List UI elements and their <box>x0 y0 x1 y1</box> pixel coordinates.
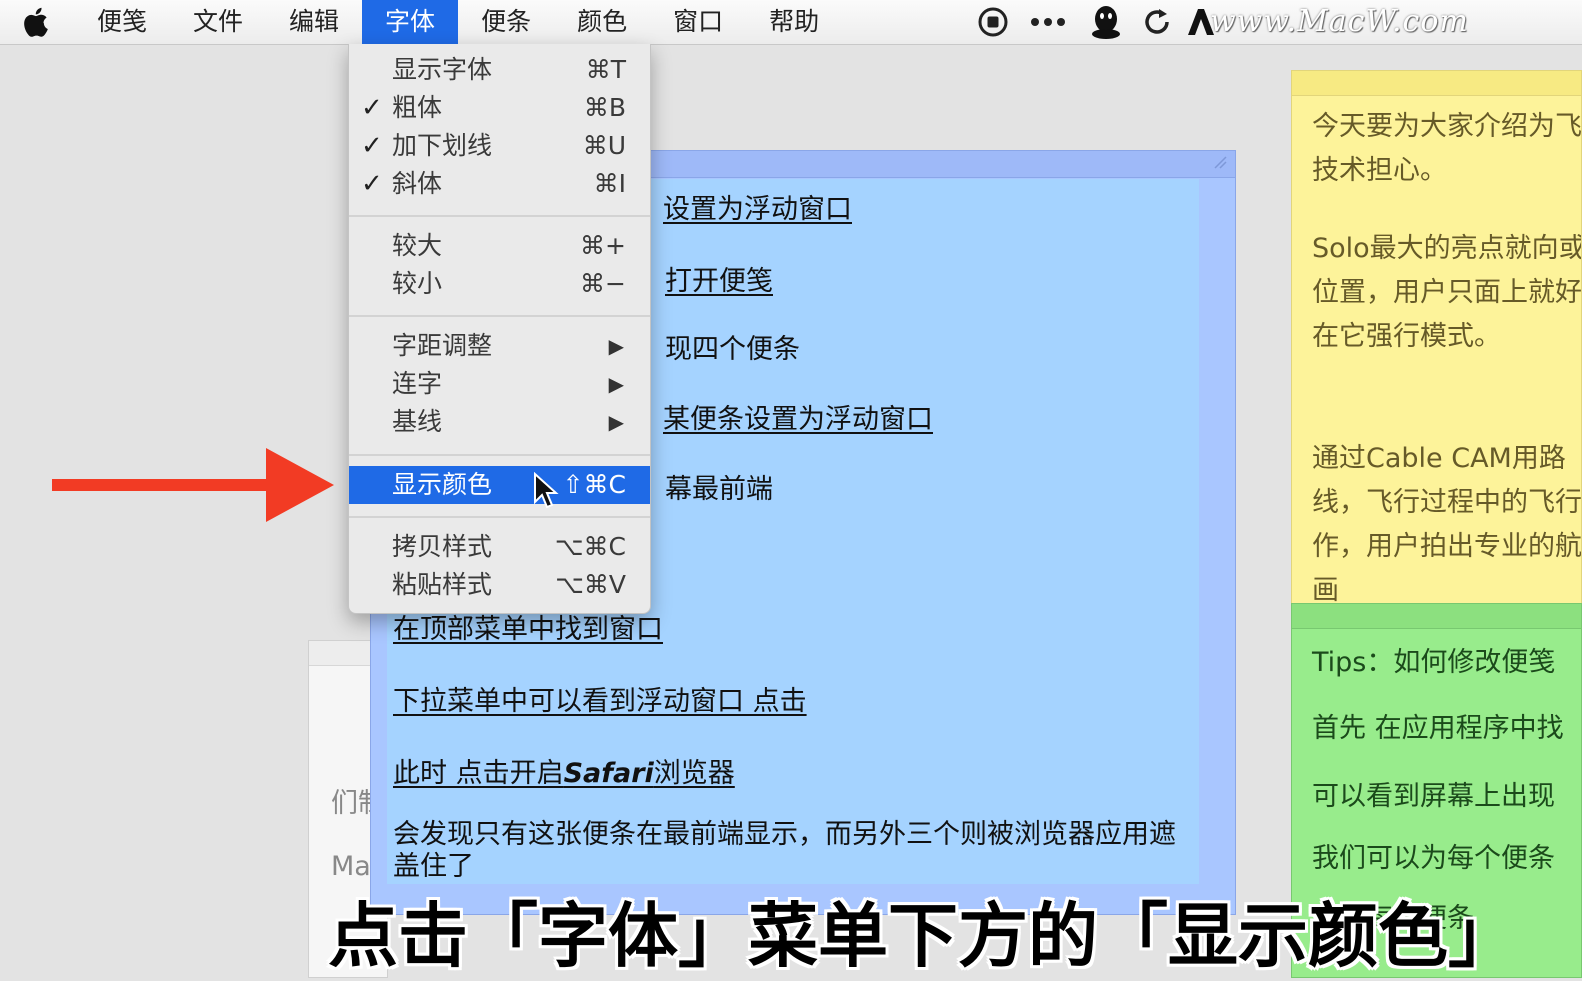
italic-brand-text: Safari <box>563 758 654 789</box>
menu-item-shortcut: ⌘T <box>585 55 626 84</box>
menu-item-shortcut: ⌥⌘V <box>555 570 626 599</box>
menu-item-label: 显示颜色 <box>392 470 493 499</box>
menu-item-label: 拷贝样式 <box>392 532 493 561</box>
menu-item-label: 字距调整 <box>392 331 493 360</box>
menu-item-shortcut: ⇧⌘C <box>562 470 626 499</box>
menu-font[interactable]: 字体 <box>362 0 459 44</box>
resize-handle-icon[interactable] <box>1213 155 1227 169</box>
menu-item-shortcut: ⌘B <box>583 93 626 122</box>
checkmark-icon: ✓ <box>361 93 383 123</box>
menu-edit[interactable]: 编辑 <box>266 0 362 44</box>
menu-item-italic[interactable]: ✓ 斜体 ⌘I <box>349 165 650 203</box>
note-line: 可以看到屏幕上出现 <box>1312 781 1555 812</box>
menu-separator <box>349 215 650 217</box>
note-line: 会发现只有这张便条在最前端显示，而另外三个则被浏览器应用遮盖住了 <box>393 819 1176 882</box>
sync-icon[interactable] <box>1140 0 1174 44</box>
checkmark-icon: ✓ <box>361 169 383 199</box>
checkmark-icon: ✓ <box>361 131 383 161</box>
note-line: Tips：如何修改便笺 <box>1312 647 1556 678</box>
menu-item-shortcut: ⌘+ <box>580 231 626 260</box>
more-icon[interactable] <box>1028 0 1068 44</box>
menu-color[interactable]: 颜色 <box>554 0 650 44</box>
menu-item-kern[interactable]: 字距调整 ▶ <box>349 327 650 365</box>
menu-item-shortcut: ⌘U <box>582 131 626 160</box>
apple-logo-icon[interactable] <box>0 0 74 44</box>
menu-item-label: 较小 <box>392 269 443 298</box>
note-paragraph: 通过Cable CAM用路线，飞行过程中的飞行操作，用户拍出专业的航拍画 <box>1312 443 1582 606</box>
submenu-arrow-icon: ▶ <box>608 334 624 358</box>
note-line: 现四个便条 <box>665 334 800 365</box>
menu-notes[interactable]: 便笺 <box>74 0 170 44</box>
note-line: 下拉菜单中可以看到浮动窗口 点击 <box>393 686 807 717</box>
note-line: 我们可以为每个便条 <box>1312 843 1555 874</box>
menu-item-label: 粗体 <box>392 93 443 122</box>
submenu-arrow-icon: ▶ <box>608 410 624 434</box>
red-arrow-icon <box>52 448 334 522</box>
menu-item-underline[interactable]: ✓ 加下划线 ⌘U <box>349 127 650 165</box>
menu-separator <box>349 315 650 317</box>
submenu-arrow-icon: ▶ <box>608 372 624 396</box>
menu-file[interactable]: 文件 <box>170 0 266 44</box>
menu-item-show-colors[interactable]: 显示颜色 ⇧⌘C <box>349 466 650 504</box>
tutorial-caption: 点击「字体」菜单下方的「显示颜色」 <box>328 895 1518 977</box>
note-line: 此时 点击开启Safari浏览器 <box>393 758 735 789</box>
menu-item-bigger[interactable]: 较大 ⌘+ <box>349 227 650 265</box>
menu-window[interactable]: 窗口 <box>650 0 746 44</box>
menu-separator <box>349 516 650 518</box>
menu-item-label: 较大 <box>392 231 443 260</box>
menu-item-show-fonts[interactable]: 显示字体 ⌘T <box>349 51 650 89</box>
note-line: 某便条设置为浮动窗口 <box>663 404 933 435</box>
menu-item-shortcut: ⌘I <box>593 169 626 198</box>
note-paragraph: 今天要为大家介绍为飞行技术担心。 <box>1312 111 1582 186</box>
menu-item-bold[interactable]: ✓ 粗体 ⌘B <box>349 89 650 127</box>
menu-help[interactable]: 帮助 <box>746 0 842 44</box>
mouse-cursor-icon <box>534 472 559 509</box>
menu-bar: 便笺 文件 编辑 字体 便条 颜色 窗口 帮助 www.MacW.com <box>0 0 1582 45</box>
menu-item-label: 斜体 <box>392 169 443 198</box>
note-text-fragment: Ma <box>331 851 371 882</box>
menu-item-label: 显示字体 <box>392 55 493 84</box>
menu-item-label: 基线 <box>392 407 443 436</box>
note-title-bar[interactable] <box>1292 71 1581 96</box>
menu-note[interactable]: 便条 <box>458 0 554 44</box>
menu-item-label: 连字 <box>392 369 443 398</box>
record-icon[interactable] <box>976 0 1010 44</box>
menu-item-label: 加下划线 <box>392 131 493 160</box>
menu-item-copy-style[interactable]: 拷贝样式 ⌥⌘C <box>349 528 650 566</box>
note-paragraph: Solo最大的亮点就向或位置，用户只面上就好。在它强行模式。 <box>1312 233 1582 352</box>
note-title-bar[interactable] <box>1292 604 1581 629</box>
qq-icon[interactable] <box>1086 0 1126 44</box>
note-line: 首先 在应用程序中找 <box>1312 713 1564 744</box>
menu-separator <box>349 454 650 456</box>
note-line: 幕最前端 <box>665 474 773 505</box>
watermark: www.MacW.com <box>1210 4 1469 39</box>
note-yellow[interactable]: 今天要为大家介绍为飞行技术担心。 Solo最大的亮点就向或位置，用户只面上就好。… <box>1291 70 1582 610</box>
note-line: 设置为浮动窗口 <box>663 194 852 225</box>
menu-item-baseline[interactable]: 基线 ▶ <box>349 403 650 441</box>
menu-item-smaller[interactable]: 较小 ⌘− <box>349 265 650 303</box>
menu-item-shortcut: ⌥⌘C <box>554 532 626 561</box>
menu-item-label: 粘贴样式 <box>392 570 493 599</box>
font-dropdown-menu: 显示字体 ⌘T ✓ 粗体 ⌘B ✓ 加下划线 ⌘U ✓ 斜体 ⌘I 较大 ⌘+ … <box>348 44 651 614</box>
menu-item-ligature[interactable]: 连字 ▶ <box>349 365 650 403</box>
menu-item-paste-style[interactable]: 粘贴样式 ⌥⌘V <box>349 566 650 604</box>
note-line: 打开便笺 <box>665 266 773 297</box>
menu-item-shortcut: ⌘− <box>580 269 626 298</box>
